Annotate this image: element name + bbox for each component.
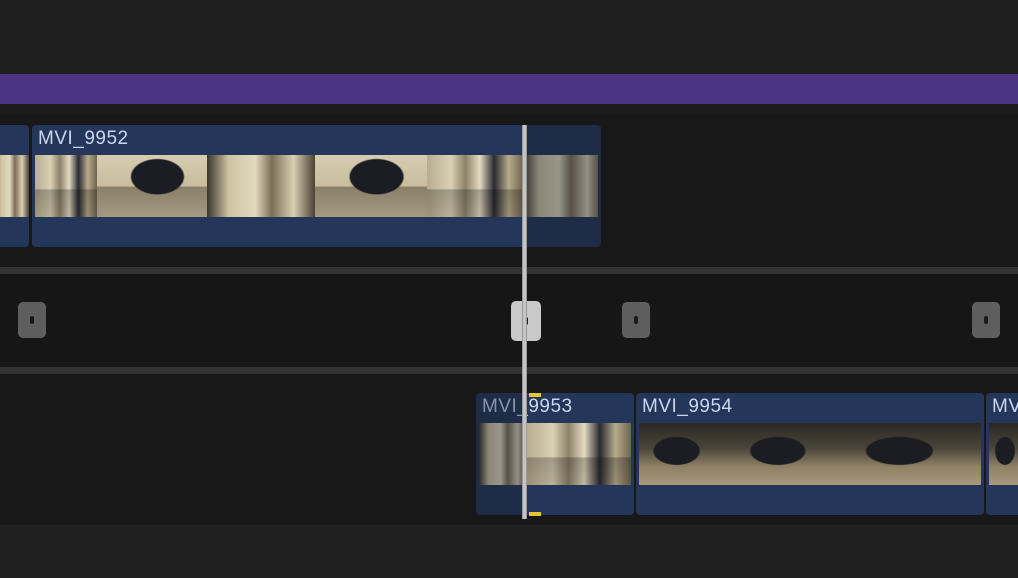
- playhead-marker-top: [529, 393, 541, 397]
- thumbnail: [639, 423, 733, 485]
- title-clip-bar[interactable]: [0, 74, 1018, 104]
- clip-mvi-9952[interactable]: MVI_9952: [32, 125, 601, 247]
- clip-next[interactable]: MV: [986, 393, 1018, 515]
- clip-thumbnails: [0, 155, 29, 217]
- clip-mvi-9954[interactable]: MVI_9954: [636, 393, 984, 515]
- clip-title: MVI_9952: [38, 128, 129, 149]
- transition-lane: [0, 274, 1018, 367]
- clip-mvi-9953[interactable]: MVI_9953: [476, 393, 634, 515]
- playhead-marker-bottom: [529, 512, 541, 516]
- lane-separator-lower[interactable]: [0, 367, 1018, 374]
- clip-title: MV: [992, 396, 1018, 417]
- thumbnail: [97, 155, 207, 217]
- clip-title: MVI_9954: [642, 396, 733, 417]
- clip-thumbnails: [35, 155, 598, 217]
- clip-trimmed-region: [526, 125, 601, 247]
- clip-thumbnails: [639, 423, 981, 485]
- thumbnail: [427, 155, 523, 217]
- transition-handle[interactable]: [972, 302, 1000, 338]
- lane-gap: [0, 104, 1018, 115]
- thumbnail: [0, 155, 29, 217]
- thumbnail: [35, 155, 97, 217]
- lane-separator-upper[interactable]: [0, 267, 1018, 274]
- clip-thumbnails: [989, 423, 1018, 485]
- transition-handle[interactable]: [622, 302, 650, 338]
- thumbnail: [527, 423, 631, 485]
- clip-previous[interactable]: [0, 125, 29, 247]
- thumbnail: [207, 155, 315, 217]
- thumbnail: [315, 155, 427, 217]
- thumbnail: [733, 423, 845, 485]
- timeline-header-area: [0, 0, 1018, 74]
- thumbnail: [989, 423, 1018, 485]
- thumbnail: [845, 423, 981, 485]
- playhead[interactable]: [522, 125, 527, 519]
- clip-trimmed-region: [476, 393, 524, 515]
- transition-handle[interactable]: [18, 302, 46, 338]
- timeline-footer-area: [0, 525, 1018, 578]
